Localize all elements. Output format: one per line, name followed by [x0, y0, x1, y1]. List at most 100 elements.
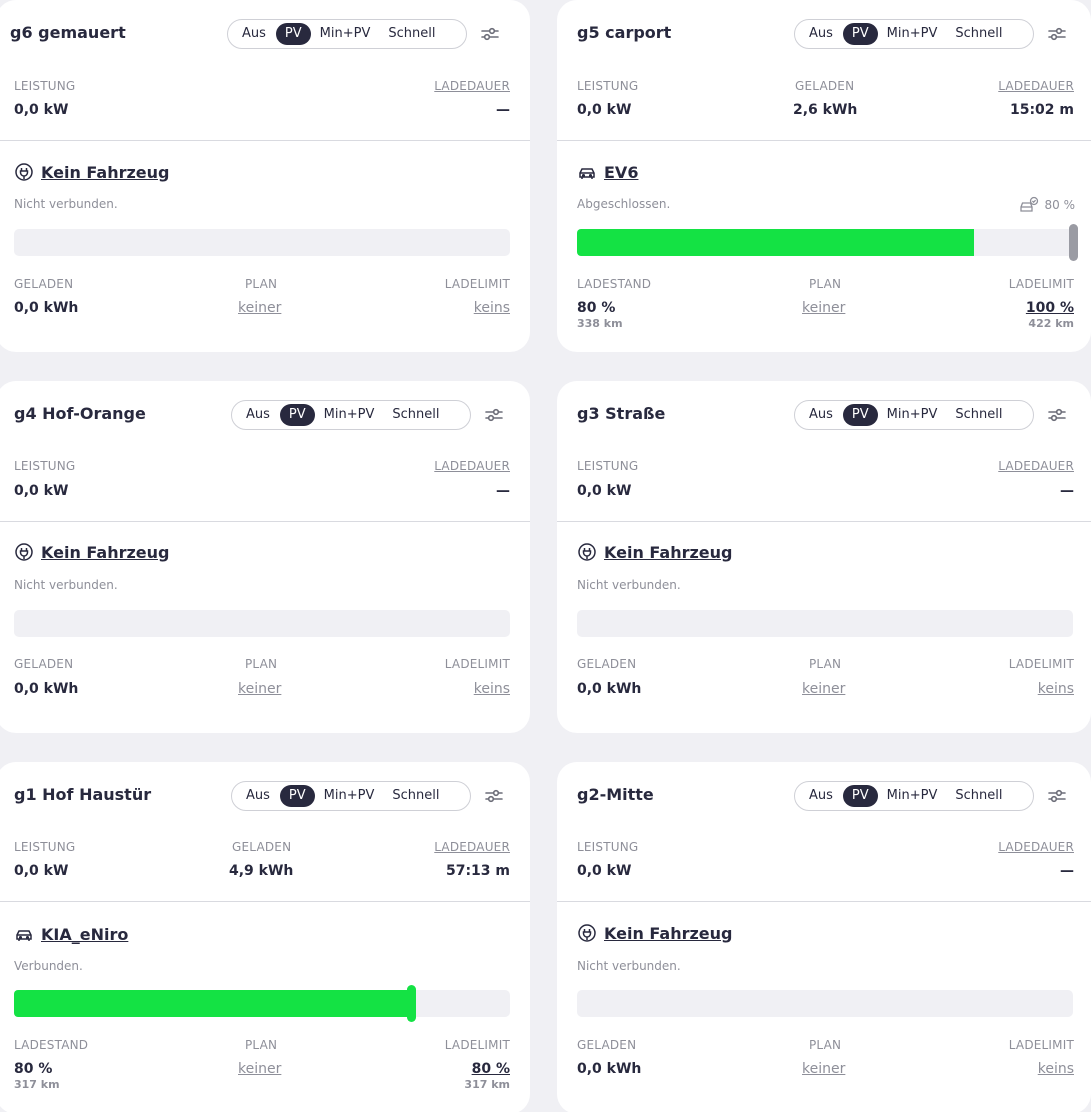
mode-aus-button[interactable]: Aus	[237, 785, 279, 807]
charge-progress-bar	[14, 985, 510, 1022]
ladedauer-label[interactable]: LADEDAUER	[998, 79, 1074, 93]
car-icon	[16, 930, 32, 941]
mode-minpv-button[interactable]: Min+PV	[878, 404, 947, 426]
leistung-value: 0,0 kW	[14, 863, 69, 879]
charge-progress-bar	[577, 990, 1073, 1017]
mode-aus-button[interactable]: Aus	[800, 23, 842, 45]
ladestand-value: 80 %	[14, 1061, 53, 1077]
settings-sliders-icon[interactable]	[484, 786, 504, 806]
ladelimit-range: 317 km	[464, 1078, 510, 1091]
mode-schnell-button[interactable]: Schnell	[383, 785, 448, 807]
charge-progress-fill	[14, 990, 411, 1017]
vehicle-status: Verbunden.	[14, 959, 83, 973]
car-icon	[579, 168, 595, 179]
vehicle-name[interactable]: Kein Fahrzeug	[41, 163, 170, 182]
vehicle-status: Nicht verbunden.	[14, 578, 118, 592]
loadpoint-title: g2-Mitte	[577, 785, 654, 804]
ladedauer-label[interactable]: LADEDAUER	[998, 459, 1074, 473]
mode-selector: Aus PV Min+PV Schnell	[227, 19, 467, 49]
vehicle-name[interactable]: KIA_eNiro	[41, 925, 128, 944]
charge-progress-fill	[577, 229, 974, 256]
mode-aus-button[interactable]: Aus	[233, 23, 275, 45]
leistung-label: LEISTUNG	[577, 459, 639, 473]
ladelimit-link[interactable]: 80 %	[472, 1061, 510, 1077]
plan-label: PLAN	[245, 657, 278, 671]
ladelimit-link[interactable]: keins	[1038, 681, 1074, 697]
vehicle-limit-value: 80 %	[1044, 198, 1076, 212]
mode-schnell-button[interactable]: Schnell	[946, 23, 1011, 45]
vehicle-selector[interactable]: Kein Fahrzeug	[577, 542, 733, 562]
plan-label: PLAN	[809, 277, 842, 291]
vehicle-name[interactable]: EV6	[604, 163, 638, 182]
ladelimit-link[interactable]: keins	[474, 300, 510, 316]
plan-link[interactable]: keiner	[802, 300, 845, 316]
ladelimit-label: LADELIMIT	[444, 1038, 510, 1052]
mode-minpv-button[interactable]: Min+PV	[878, 785, 947, 807]
leistung-value: 0,0 kW	[577, 102, 632, 118]
vehicle-selector[interactable]: KIA_eNiro	[14, 924, 128, 944]
settings-sliders-icon[interactable]	[484, 405, 504, 425]
vehicle-status: Nicht verbunden.	[14, 197, 118, 211]
ladedauer-label[interactable]: LADEDAUER	[434, 79, 510, 93]
plug-icon	[15, 543, 33, 561]
leistung-label: LEISTUNG	[14, 79, 76, 93]
geladen-value: 4,9 kWh	[229, 863, 294, 879]
ladedauer-label[interactable]: LADEDAUER	[998, 840, 1074, 854]
settings-sliders-icon[interactable]	[1047, 405, 1067, 425]
leistung-value: 0,0 kW	[14, 102, 69, 118]
plan-link[interactable]: keiner	[802, 1061, 845, 1077]
mode-pv-button[interactable]: PV	[279, 785, 315, 807]
vehicle-name[interactable]: Kein Fahrzeug	[604, 543, 733, 562]
leistung-value: 0,0 kW	[14, 483, 69, 499]
ladelimit-label: LADELIMIT	[1008, 1038, 1074, 1052]
vehicle-selector[interactable]: EV6	[577, 162, 638, 182]
mode-pv-button[interactable]: PV	[842, 23, 878, 45]
mode-schnell-button[interactable]: Schnell	[383, 404, 448, 426]
plug-icon	[15, 163, 33, 181]
vehicle-selector[interactable]: Kein Fahrzeug	[14, 162, 170, 182]
ladelimit-link[interactable]: 100 %	[1026, 300, 1074, 316]
ladestand-value: 80 %	[577, 300, 616, 316]
plan-label: PLAN	[809, 1038, 842, 1052]
mode-selector: Aus PV Min+PV Schnell	[231, 400, 471, 430]
ladedauer-value: —	[496, 483, 510, 499]
vehicle-selector[interactable]: Kein Fahrzeug	[577, 923, 733, 943]
vehicle-selector[interactable]: Kein Fahrzeug	[14, 542, 170, 562]
mode-pv-button[interactable]: PV	[842, 404, 878, 426]
mode-pv-button[interactable]: PV	[842, 785, 878, 807]
mode-aus-button[interactable]: Aus	[237, 404, 279, 426]
divider	[557, 901, 1091, 902]
mode-minpv-button[interactable]: Min+PV	[315, 404, 384, 426]
settings-sliders-icon[interactable]	[1047, 24, 1067, 44]
mode-aus-button[interactable]: Aus	[800, 785, 842, 807]
ladedauer-label[interactable]: LADEDAUER	[434, 459, 510, 473]
ladelimit-link[interactable]: keins	[474, 681, 510, 697]
divider	[557, 140, 1091, 141]
plug-icon	[578, 924, 596, 942]
mode-schnell-button[interactable]: Schnell	[946, 785, 1011, 807]
plan-link[interactable]: keiner	[238, 681, 281, 697]
mode-schnell-button[interactable]: Schnell	[946, 404, 1011, 426]
mode-minpv-button[interactable]: Min+PV	[311, 23, 380, 45]
loadpoint-card: g6 gemauert Aus PV Min+PV Schnell LEISTU…	[0, 0, 530, 352]
settings-sliders-icon[interactable]	[480, 24, 500, 44]
vehicle-name[interactable]: Kein Fahrzeug	[604, 924, 733, 943]
settings-sliders-icon[interactable]	[1047, 786, 1067, 806]
plan-link[interactable]: keiner	[238, 300, 281, 316]
mode-selector: Aus PV Min+PV Schnell	[794, 19, 1034, 49]
vehicle-name[interactable]: Kein Fahrzeug	[41, 543, 170, 562]
loadpoint-card: g4 Hof-Orange Aus PV Min+PV Schnell LEIS…	[0, 381, 530, 733]
plan-link[interactable]: keiner	[802, 681, 845, 697]
mode-minpv-button[interactable]: Min+PV	[878, 23, 947, 45]
ladedauer-label[interactable]: LADEDAUER	[434, 840, 510, 854]
mode-minpv-button[interactable]: Min+PV	[315, 785, 384, 807]
mode-schnell-button[interactable]: Schnell	[379, 23, 444, 45]
mode-pv-button[interactable]: PV	[275, 23, 311, 45]
ladedauer-value: 15:02 m	[1009, 102, 1074, 118]
mode-pv-button[interactable]: PV	[279, 404, 315, 426]
mode-aus-button[interactable]: Aus	[800, 404, 842, 426]
limit-marker[interactable]	[1069, 224, 1078, 261]
plan-link[interactable]: keiner	[238, 1061, 281, 1077]
limit-marker[interactable]	[407, 985, 416, 1022]
ladelimit-link[interactable]: keins	[1038, 1061, 1074, 1077]
